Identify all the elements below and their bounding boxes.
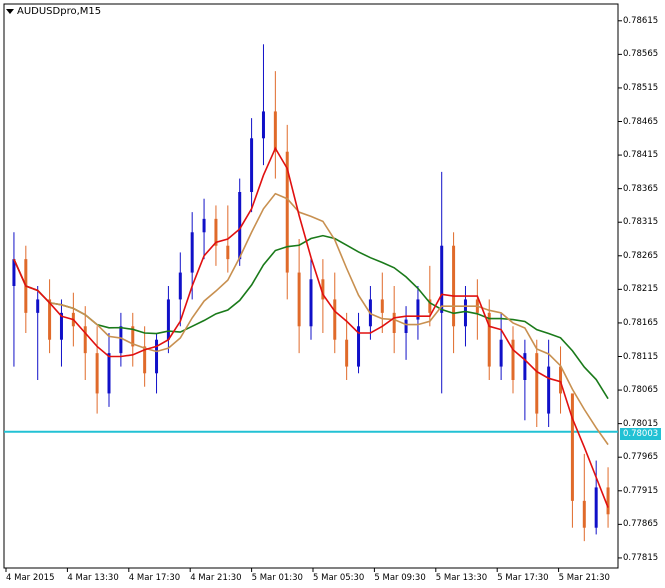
time-label: 5 Mar 05:30 [313,573,365,583]
candle-body [273,111,277,152]
symbol-header: AUDUSDpro,M15 [6,6,101,17]
candle-body [440,245,444,313]
candle-body [190,232,194,273]
time-label: 4 Mar 13:30 [67,573,119,583]
candle-body [452,245,456,327]
price-label: 0.78215 [623,284,659,295]
candle-body [83,326,87,354]
price-label: 0.78615 [623,15,659,26]
time-label: 5 Mar 09:30 [374,573,426,583]
price-label: 0.78315 [623,217,659,228]
candle-body [523,353,527,380]
candle-body [309,279,313,327]
candle-body [392,312,396,333]
candle-body [155,339,159,374]
time-label: 5 Mar 13:30 [435,573,488,583]
candle-body [95,353,99,394]
time-label: 5 Mar 17:30 [497,573,549,583]
candle-body [487,312,491,367]
price-label: 0.77965 [623,452,659,463]
time-label: 4 Mar 21:30 [190,573,242,583]
time-label: 4 Mar 17:30 [128,573,181,583]
price-label: 0.77915 [623,485,659,496]
candle-body [559,366,563,394]
candle-body [107,353,111,394]
chart-window[interactable]: AUDUSDpro,M15 0.78615 0.78565 0.78515 0.784… [0,0,665,588]
candle-body [535,353,539,414]
price-label: 0.78415 [623,150,659,161]
price-label: 0.78365 [623,183,659,194]
candle-body [463,299,467,327]
candle-body [499,339,503,367]
price-label: 0.78265 [623,250,659,261]
time-label: 4 Mar 2015 [6,573,55,583]
price-chart[interactable] [0,0,665,588]
time-label: 5 Mar 01:30 [251,573,303,583]
candle-body [404,319,408,333]
candle-body [511,339,515,380]
candle-body [226,245,230,260]
candle-body [345,339,349,367]
price-label: 0.78515 [623,82,659,93]
price-label: 0.78115 [623,351,659,362]
price-label: 0.77815 [623,552,659,563]
candle-body [36,299,40,313]
candle-body [297,272,301,327]
candle-body [261,111,265,139]
price-label: 0.78465 [623,116,659,127]
candle-body [333,299,337,340]
dropdown-triangle-icon[interactable] [6,9,14,14]
current-price-tag: 0.78003 [620,428,662,440]
candle-body [380,299,384,313]
candle-body [606,487,610,515]
candle-body [178,272,182,300]
price-label: 0.78165 [623,317,659,328]
candle-body [166,299,170,340]
candle-body [547,366,551,414]
candle-body [119,326,123,354]
price-label: 0.78565 [623,49,659,60]
candle-body [570,393,574,501]
symbol-label: AUDUSDpro,M15 [17,6,102,17]
candle-body [238,192,242,260]
candle-body [250,138,254,192]
time-label: 5 Mar 21:30 [558,573,610,583]
price-label: 0.78065 [623,385,659,396]
candle-body [202,218,206,233]
candle-body [582,500,586,528]
candle-body [48,299,52,340]
price-label: 0.77865 [623,519,659,530]
candle-body [594,487,598,528]
